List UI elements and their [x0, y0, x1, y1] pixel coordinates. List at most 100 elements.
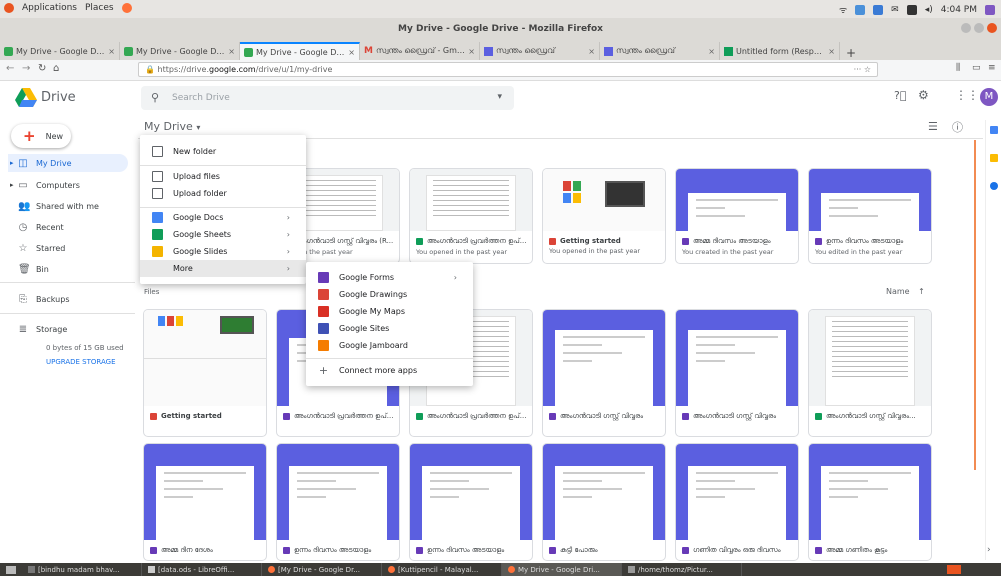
menu-item-upload-folder[interactable]: Upload folder	[140, 185, 306, 202]
new-button[interactable]: + New	[11, 124, 71, 148]
browser-tab[interactable]: Untitled form (Respon... ×	[720, 42, 840, 60]
close-tab-icon[interactable]: ×	[228, 47, 235, 56]
quick-access-card[interactable]: അമ്മ ദിവസം അടയാളം You created in the past…	[675, 168, 799, 264]
close-tab-icon[interactable]: ×	[708, 47, 715, 56]
sidebar-toggle-icon[interactable]: ▭	[972, 63, 981, 73]
browser-tab[interactable]: M സ്വന്തം ഡ്രൈവ് - Gmail ×	[360, 42, 480, 60]
sidebar-item-shared[interactable]: 👥 Shared with me	[8, 197, 128, 215]
user-menu-icon[interactable]	[985, 4, 995, 15]
taskbar-item[interactable]: [bindhu madam bhav...	[22, 563, 142, 576]
reload-icon[interactable]: ↻	[38, 63, 46, 74]
url-bar[interactable]: 🔒 https://drive.google.com/drive/u/1/my-…	[138, 62, 878, 77]
quick-access-card[interactable]: ഉന്നം ദിവസം അടയാളം You edited in the past…	[808, 168, 932, 264]
taskbar-item[interactable]: [My Drive - Google Dr...	[262, 563, 382, 576]
page-actions-icon[interactable]: ··· ☆	[854, 63, 871, 76]
back-icon[interactable]: ←	[6, 63, 14, 74]
sidebar-item-backups[interactable]: ⎘ Backups	[8, 290, 128, 308]
clock[interactable]: 4:04 PM	[941, 5, 977, 15]
close-window-button[interactable]	[987, 23, 997, 33]
file-card[interactable]: അമ്മ ഗണിതം കൂട്ടം	[808, 443, 932, 561]
breadcrumb[interactable]: My Drive ▾	[144, 120, 200, 133]
show-desktop-icon[interactable]	[6, 565, 16, 574]
forward-icon[interactable]: →	[22, 63, 30, 74]
chevron-right-icon[interactable]: ›	[987, 545, 991, 555]
taskbar-item[interactable]: [Kuttipencil - Malayal...	[382, 563, 502, 576]
file-card[interactable]: ഗണിത വിവ്വരം ഒരു ദിവസം	[675, 443, 799, 561]
quick-access-card[interactable]: അംഗൻവാടി പ്രവർത്തന ഉപ്... You opened in t…	[409, 168, 533, 264]
taskbar-item[interactable]: [data.ods - LibreOffi...	[142, 563, 262, 576]
close-tab-icon[interactable]: ×	[588, 47, 595, 56]
sidebar-item-computers[interactable]: ▸ ▭ Computers	[8, 176, 128, 194]
menu-icon[interactable]: ≡	[988, 63, 996, 73]
sidebar-item-starred[interactable]: ☆ Starred	[8, 239, 128, 257]
help-icon[interactable]: ?⃝	[894, 89, 906, 102]
browser-tab[interactable]: My Drive - Google Drive ×	[120, 42, 240, 60]
workspace-switcher-icon[interactable]	[947, 565, 961, 574]
menu-item-google-forms[interactable]: Google Forms ›	[306, 269, 473, 286]
sidebar-item-storage[interactable]: ≣ Storage	[8, 320, 128, 338]
close-tab-icon[interactable]: ×	[108, 47, 115, 56]
scrollbar[interactable]	[974, 140, 976, 470]
bluetooth-icon[interactable]	[873, 4, 884, 15]
sidebar-item-recent[interactable]: ◷ Recent	[8, 218, 128, 236]
minimize-button[interactable]	[961, 23, 971, 33]
browser-tab[interactable]: സ്വന്തം ഡ്രൈവ് ×	[480, 42, 600, 60]
search-input[interactable]: Search Drive	[172, 93, 230, 103]
menu-item-google-sheets[interactable]: Google Sheets ›	[140, 226, 306, 243]
menu-item-google-jamboard[interactable]: Google Jamboard	[306, 337, 473, 354]
list-view-icon[interactable]: ☰	[928, 120, 938, 133]
wifi-icon[interactable]: ᯤ	[839, 3, 847, 16]
avatar[interactable]: M	[980, 88, 998, 106]
expand-arrow-icon[interactable]: ▸	[10, 181, 14, 189]
library-icon[interactable]: ⫼	[956, 63, 960, 73]
keep-icon[interactable]	[990, 154, 998, 162]
places-menu[interactable]: Places	[85, 3, 114, 13]
new-tab-button[interactable]: +	[840, 46, 862, 60]
settings-gear-icon[interactable]: ⚙	[918, 88, 929, 102]
firefox-icon[interactable]	[121, 3, 132, 13]
file-card[interactable]: കുട്ടി പോരും	[542, 443, 666, 561]
close-tab-icon[interactable]: ×	[468, 47, 475, 56]
upgrade-storage-link[interactable]: UPGRADE STORAGE	[46, 358, 116, 366]
quick-access-card[interactable]: Getting started You opened in the past ye…	[542, 168, 666, 264]
file-card[interactable]: ഉന്നം ദിവസം അടയാളം	[276, 443, 400, 561]
applications-menu[interactable]: Applications	[22, 3, 77, 13]
menu-item-connect-apps[interactable]: + Connect more apps	[306, 362, 473, 379]
menu-item-more[interactable]: More ›	[140, 260, 306, 277]
browser-tab[interactable]: My Drive - Google Drive ×	[0, 42, 120, 60]
search-options-icon[interactable]: ▾	[497, 92, 502, 102]
menu-item-upload-files[interactable]: Upload files	[140, 168, 306, 185]
menu-item-google-slides[interactable]: Google Slides ›	[140, 243, 306, 260]
file-card[interactable]: അംഗൻവാടി ഗസ്റ്റ് വിവ്വരം	[675, 309, 799, 437]
volume-icon[interactable]: ◂)	[925, 5, 933, 15]
browser-tab-active[interactable]: My Drive - Google Drive ×	[240, 42, 360, 60]
file-card[interactable]: അമ്മ ദിന ദേശം	[143, 443, 267, 561]
sort-control[interactable]: Name ↑	[886, 287, 925, 296]
taskbar-item-active[interactable]: My Drive - Google Dri...	[502, 563, 622, 576]
file-card[interactable]: ഉന്നം ദിവസം അടയാളം	[409, 443, 533, 561]
menu-item-google-sites[interactable]: Google Sites	[306, 320, 473, 337]
mail-icon[interactable]: ✉	[891, 5, 899, 15]
home-icon[interactable]: ⌂	[53, 63, 59, 74]
sidebar-item-bin[interactable]: 🗑 Bin	[8, 260, 128, 278]
expand-arrow-icon[interactable]: ▸	[10, 159, 14, 167]
file-card[interactable]: അംഗൻവാടി ഗസ്റ്റ് വിവ്വരം...	[808, 309, 932, 437]
close-tab-icon[interactable]: ×	[348, 48, 355, 57]
battery-icon[interactable]	[906, 4, 917, 15]
search-box[interactable]: ⚲ Search Drive ▾	[141, 86, 514, 110]
close-tab-icon[interactable]: ×	[828, 47, 835, 56]
maximize-button[interactable]	[974, 23, 984, 33]
tray-app-icon[interactable]	[855, 4, 866, 15]
file-card[interactable]: അംഗൻവാടി ഗസ്റ്റ് വിവ്വരം	[542, 309, 666, 437]
file-card[interactable]: Getting started	[143, 309, 267, 437]
info-icon[interactable]: ⓘ	[952, 119, 963, 135]
browser-tab[interactable]: സ്വന്തം ഡ്രൈവ് ×	[600, 42, 720, 60]
search-icon[interactable]: ⚲	[151, 91, 159, 104]
calendar-icon[interactable]	[990, 126, 998, 134]
menu-item-google-drawings[interactable]: Google Drawings	[306, 286, 473, 303]
menu-item-google-docs[interactable]: Google Docs ›	[140, 209, 306, 226]
menu-item-new-folder[interactable]: New folder	[140, 143, 306, 160]
tasks-icon[interactable]	[990, 182, 998, 190]
taskbar-item[interactable]: /home/thomz/Pictur...	[622, 563, 742, 576]
sidebar-item-my-drive[interactable]: ▸ ◫ My Drive	[8, 154, 128, 172]
